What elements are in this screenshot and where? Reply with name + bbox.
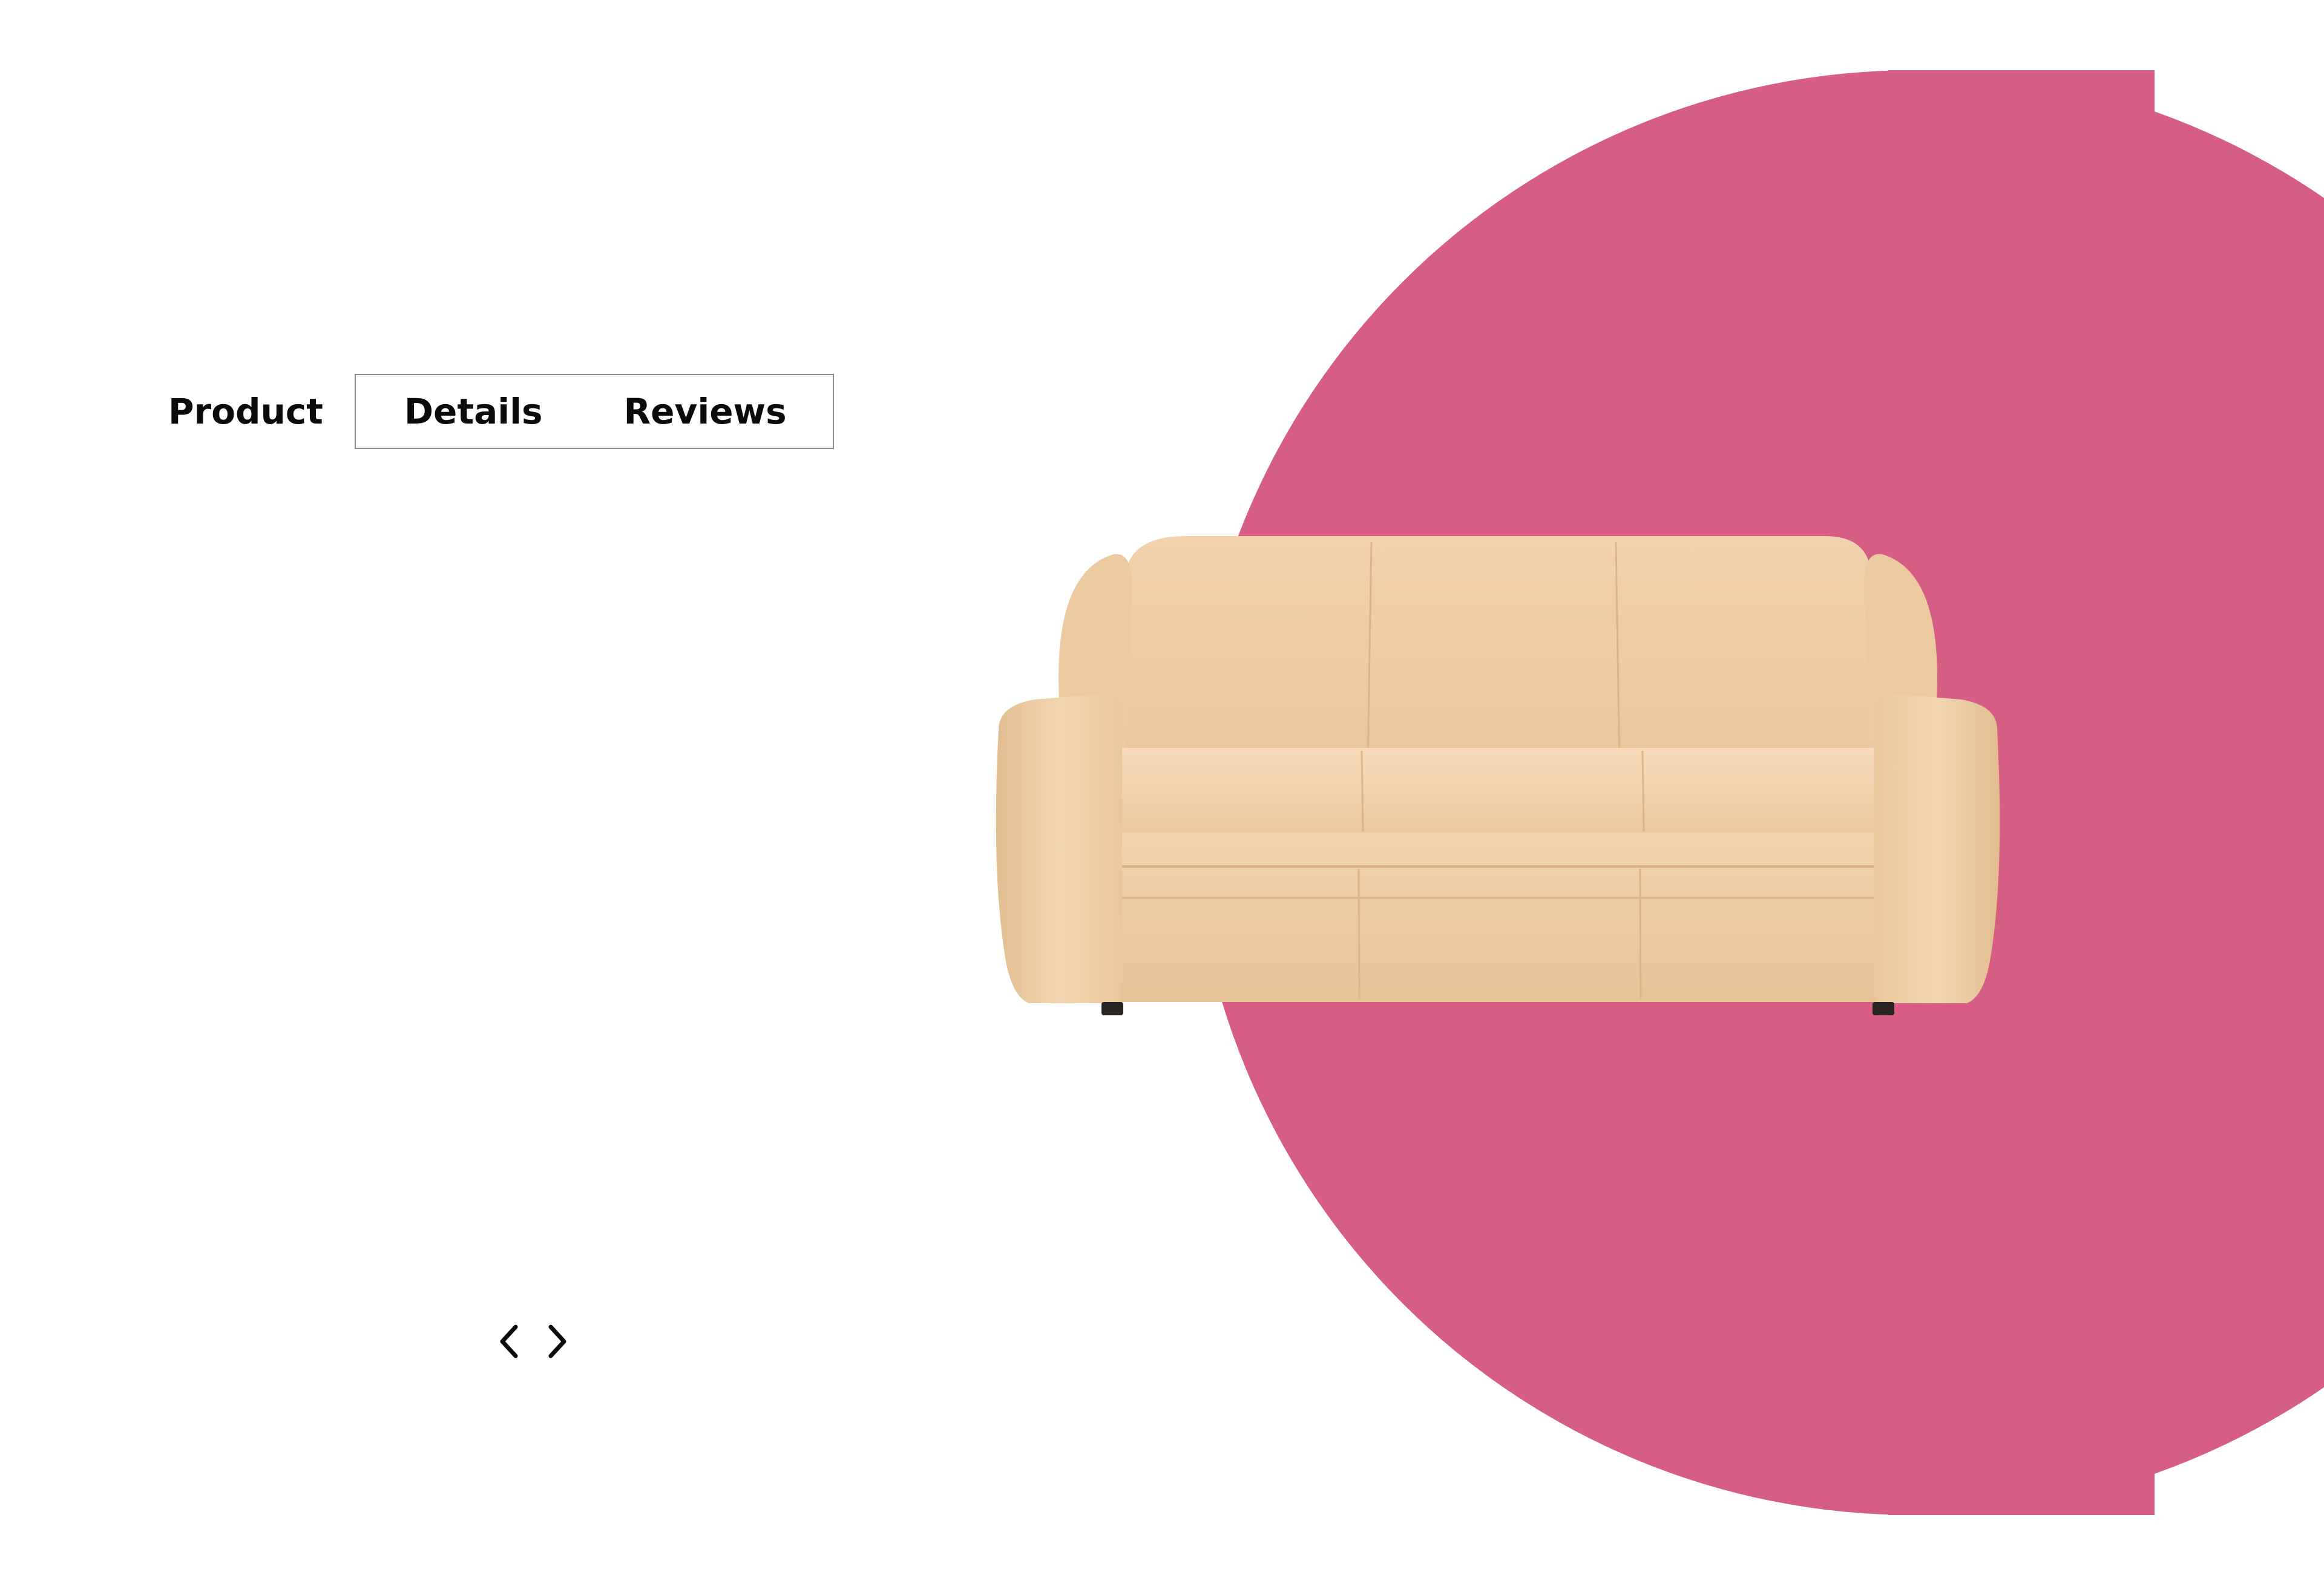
tab-group-bordered: Details Reviews xyxy=(354,374,834,449)
sofa-image xyxy=(996,536,2000,1015)
next-button[interactable] xyxy=(541,1320,575,1363)
carousel-controls xyxy=(491,1320,575,1363)
product-page: Product Details Reviews xyxy=(0,0,2324,1578)
prev-button[interactable] xyxy=(491,1320,525,1363)
tab-details[interactable]: Details xyxy=(404,391,543,432)
background-pink-shape-top-cap xyxy=(1888,70,2155,143)
chevron-left-icon xyxy=(500,1324,518,1358)
background-pink-shape-bottom-cap xyxy=(1888,1442,2155,1515)
product-tabs: Product Details Reviews xyxy=(168,373,834,450)
tab-product[interactable]: Product xyxy=(168,391,323,432)
chevron-right-icon xyxy=(548,1324,566,1358)
tab-reviews[interactable]: Reviews xyxy=(624,391,787,432)
